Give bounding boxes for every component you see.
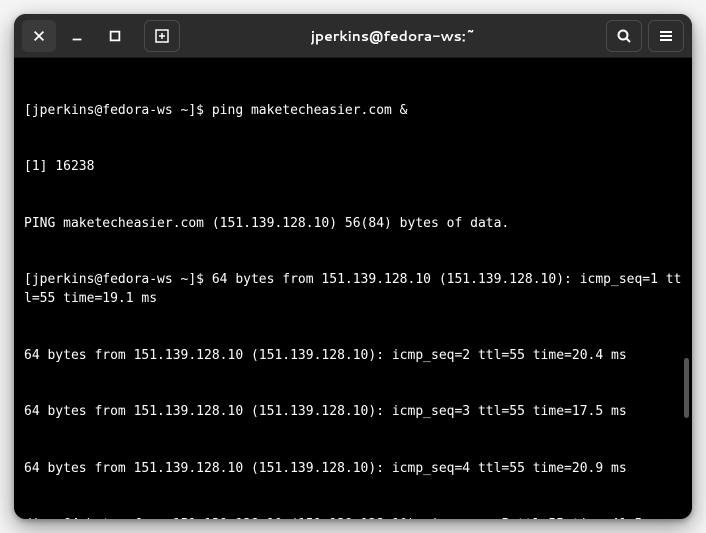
minimize-button[interactable] [60, 20, 94, 52]
menu-button[interactable] [648, 20, 684, 52]
new-tab-button[interactable] [144, 20, 180, 52]
terminal-line: [jperkins@fedora-ws ~]$ 64 bytes from 15… [24, 271, 682, 309]
titlebar: jperkins@fedora-ws:~ [14, 14, 692, 58]
close-button[interactable] [22, 20, 56, 52]
terminal-line: [1] 16238 [24, 158, 682, 177]
terminal-window: jperkins@fedora-ws:~ [jperkins@fedora-ws… [14, 14, 692, 519]
terminal-line: disow64 bytes from 151.139.128.10 (151.1… [24, 516, 682, 519]
terminal-line: 64 bytes from 151.139.128.10 (151.139.12… [24, 403, 682, 422]
search-button[interactable] [606, 20, 642, 52]
window-title: jperkins@fedora-ws:~ [184, 26, 602, 46]
terminal-output[interactable]: [jperkins@fedora-ws ~]$ ping maketecheas… [14, 58, 692, 519]
terminal-line: PING maketecheasier.com (151.139.128.10)… [24, 215, 682, 234]
right-button-group [606, 20, 684, 52]
maximize-button[interactable] [98, 20, 132, 52]
terminal-line: [jperkins@fedora-ws ~]$ ping maketecheas… [24, 102, 682, 121]
terminal-line: 64 bytes from 151.139.128.10 (151.139.12… [24, 460, 682, 479]
terminal-line: 64 bytes from 151.139.128.10 (151.139.12… [24, 347, 682, 366]
scrollbar-thumb[interactable] [684, 358, 689, 418]
